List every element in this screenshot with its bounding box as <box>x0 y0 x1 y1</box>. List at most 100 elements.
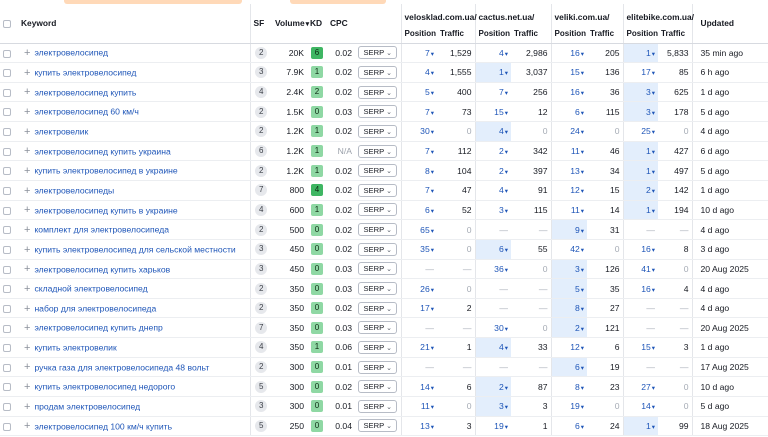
cpc-header[interactable]: CPC <box>327 4 355 44</box>
serp-button[interactable]: SERP ⌄ <box>358 321 398 335</box>
keyword-link[interactable]: купить электровелосипед для сельской мес… <box>34 245 235 255</box>
table-row[interactable]: + электровелосипед купить 4 2.4K 2 0.02 SERP ⌄ 5… <box>0 82 768 103</box>
keyword-link[interactable]: купить электровелосипед недорого <box>34 382 175 392</box>
position-cell[interactable]: 3▾ <box>622 101 659 123</box>
position-cell[interactable]: 8▾ <box>400 160 437 181</box>
position-cell[interactable]: 13▾ <box>550 160 588 181</box>
keyword-link[interactable]: купить электровелосипед <box>34 68 136 78</box>
position-cell[interactable]: 7▾ <box>474 82 511 103</box>
serp-button[interactable]: SERP ⌄ <box>358 301 398 315</box>
serp-button[interactable]: SERP ⌄ <box>358 282 398 295</box>
plus-icon[interactable]: + <box>24 303 30 314</box>
keyword-link[interactable]: складной электровелосипед <box>34 284 147 294</box>
serp-button[interactable]: SERP ⌄ <box>358 203 398 217</box>
position-cell[interactable]: 14▾ <box>400 376 437 398</box>
position-cell[interactable]: 35▾ <box>400 239 437 260</box>
serp-button[interactable]: SERP ⌄ <box>358 65 398 79</box>
sf-badge[interactable]: 2 <box>255 302 268 315</box>
table-row[interactable]: + электровелосипед купить харьков 3 450 0 0.0… <box>0 259 768 280</box>
position-cell[interactable]: 6▾ <box>550 357 588 378</box>
row-checkbox[interactable] <box>3 422 11 431</box>
row-checkbox[interactable] <box>3 285 11 294</box>
row-checkbox[interactable] <box>3 49 11 58</box>
serp-button[interactable]: SERP ⌄ <box>358 183 398 197</box>
position-cell[interactable]: 1▾ <box>474 62 511 83</box>
serp-button[interactable]: SERP ⌄ <box>358 164 398 178</box>
position-cell[interactable]: 5▾ <box>550 278 588 299</box>
table-row[interactable]: + набор для электровелосипеда 2 350 0 0.02 SER… <box>0 298 768 319</box>
sf-badge[interactable]: 5 <box>255 380 268 393</box>
position-header[interactable]: Position <box>400 29 437 44</box>
position-cell[interactable]: 2▾ <box>474 141 511 162</box>
table-row[interactable]: + электровелосипед 100 км/ч купить 5 250 0 0.… <box>0 416 768 437</box>
table-row[interactable]: + складной электровелосипед 2 350 0 0.03 SERP ⌄… <box>0 278 768 299</box>
row-checkbox[interactable] <box>3 403 11 412</box>
position-cell[interactable]: 4▾ <box>400 62 437 83</box>
position-cell[interactable]: 16▾ <box>550 82 588 103</box>
position-cell[interactable]: 3▾ <box>474 200 511 221</box>
row-checkbox[interactable] <box>3 128 11 137</box>
keyword-link[interactable]: продам электровелосипед <box>34 402 140 412</box>
position-header[interactable]: Position <box>550 29 588 44</box>
traffic-header[interactable]: Traffic <box>511 29 552 44</box>
keyword-link[interactable]: электровелосипед купить <box>34 87 136 97</box>
table-row[interactable]: + купить электровелик 4 350 1 0.06 SERP ⌄ 21▾ 1 4▾… <box>0 337 768 358</box>
plus-icon[interactable]: + <box>24 48 30 59</box>
table-row[interactable]: + электровелосипед купить днепр 7 350 0 0.03 S… <box>0 317 768 339</box>
position-cell[interactable]: 1▾ <box>622 200 659 221</box>
row-checkbox[interactable] <box>3 363 11 372</box>
position-cell[interactable]: 6▾ <box>400 200 437 221</box>
competitor-header-2[interactable]: cactus.net.ua/ <box>474 4 552 29</box>
sf-badge[interactable]: 2 <box>255 223 268 236</box>
position-cell[interactable]: 8▾ <box>550 298 588 319</box>
position-cell[interactable]: 21▾ <box>400 337 437 358</box>
kd-header[interactable]: KD <box>307 4 327 44</box>
row-checkbox[interactable] <box>3 187 11 196</box>
plus-icon[interactable]: + <box>24 323 30 334</box>
select-all-checkbox[interactable] <box>3 20 11 29</box>
keyword-link[interactable]: электровелик <box>34 127 88 137</box>
keyword-link[interactable]: электровелосипед купить днепр <box>34 323 162 333</box>
row-checkbox[interactable] <box>3 245 11 254</box>
row-checkbox[interactable] <box>3 324 11 333</box>
serp-button[interactable]: SERP ⌄ <box>358 144 398 158</box>
sf-badge[interactable]: 7 <box>255 184 268 197</box>
table-row[interactable]: + электровелосипед купить в украине 4 600 1 0… <box>0 200 768 221</box>
position-cell[interactable]: 11▾ <box>400 396 437 417</box>
traffic-header[interactable]: Traffic <box>658 29 693 44</box>
serp-button[interactable]: SERP ⌄ <box>358 262 398 276</box>
keyword-link[interactable]: электровелосипед купить харьков <box>34 264 170 274</box>
sf-badge[interactable]: 2 <box>255 361 268 374</box>
position-cell[interactable]: 8▾ <box>550 376 588 398</box>
sf-header[interactable]: SF <box>249 4 272 44</box>
position-cell[interactable]: 30▾ <box>474 317 511 339</box>
serp-button[interactable]: SERP ⌄ <box>358 124 398 138</box>
table-row[interactable]: + электровелосипед купить украина 6 1.2K 1 N/… <box>0 141 768 162</box>
position-cell[interactable]: 11▾ <box>550 200 588 221</box>
serp-button[interactable]: SERP ⌄ <box>358 419 398 433</box>
table-row[interactable]: + электровелосипеды 7 800 4 0.02 SERP ⌄ 7▾ 47 4▾ 91… <box>0 180 768 201</box>
position-cell[interactable]: 36▾ <box>474 259 511 280</box>
competitor-header-3[interactable]: veliki.com.ua/ <box>550 4 624 29</box>
keyword-link[interactable]: электровелосипеды <box>34 186 114 196</box>
plus-icon[interactable]: + <box>24 224 30 235</box>
serp-button[interactable]: SERP ⌄ <box>358 85 398 99</box>
position-cell[interactable]: 65▾ <box>400 219 437 240</box>
sf-badge[interactable]: 2 <box>255 105 268 118</box>
position-cell[interactable]: 15▾ <box>474 101 511 123</box>
serp-button[interactable]: SERP ⌄ <box>358 360 398 374</box>
position-cell[interactable]: 14▾ <box>622 396 659 417</box>
sf-badge[interactable]: 6 <box>255 145 268 158</box>
position-cell[interactable]: 12▾ <box>550 337 588 358</box>
position-cell[interactable]: 27▾ <box>622 376 659 398</box>
keyword-header[interactable]: Keyword <box>18 4 250 44</box>
table-row[interactable]: + электровелосипед 60 км/ч 2 1.5K 0 0.03 SERP ⌄… <box>0 101 768 123</box>
sf-badge[interactable]: 5 <box>255 419 268 432</box>
position-header[interactable]: Position <box>474 29 511 44</box>
position-cell[interactable]: 4▾ <box>474 43 511 64</box>
keyword-link[interactable]: комплект для электровелосипеда <box>34 225 169 235</box>
plus-icon[interactable]: + <box>24 107 30 118</box>
position-cell[interactable]: 6▾ <box>474 239 511 260</box>
table-row[interactable]: + купить электровелосипед в украине 2 1.2K 1… <box>0 160 768 181</box>
position-cell[interactable]: 2▾ <box>550 317 588 339</box>
